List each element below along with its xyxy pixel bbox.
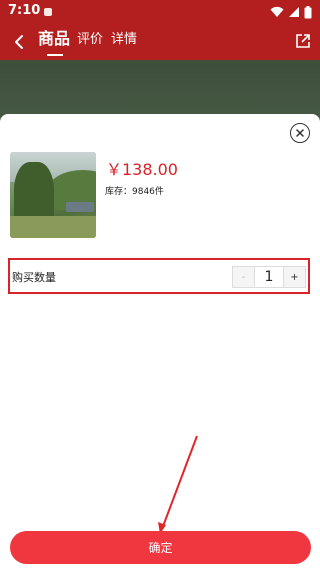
decrease-quantity-button[interactable]: -: [233, 267, 255, 287]
sku-bottom-sheet: ￥138.00 库存：9846件 购买数量 - 1 +: [0, 114, 320, 568]
battery-icon: [304, 5, 312, 18]
status-icons: [270, 5, 312, 19]
tab-active-indicator: [47, 54, 63, 56]
confirm-button[interactable]: 确定: [10, 531, 311, 564]
header: 商品 评价 详情: [0, 24, 320, 60]
signal-icon: [289, 7, 299, 17]
quantity-value[interactable]: 1: [255, 267, 283, 287]
share-button[interactable]: [292, 30, 314, 52]
share-icon: [296, 34, 310, 48]
increase-quantity-button[interactable]: +: [283, 267, 305, 287]
product-stock: 库存：9846件: [105, 187, 164, 197]
quantity-label: 购买数量: [12, 271, 56, 284]
back-button[interactable]: [8, 30, 30, 54]
tab-product[interactable]: 商品: [38, 29, 70, 49]
quantity-row: 购买数量 - 1 +: [8, 258, 310, 294]
tab-details[interactable]: 详情: [111, 30, 137, 50]
screen: 7:10 商品 评价 详情 ￥138.00 库存：9846件 购买数量 - 1 …: [0, 0, 320, 568]
notification-icon: [44, 8, 52, 16]
close-icon: [296, 129, 304, 137]
product-price: ￥138.00: [106, 160, 178, 179]
chevron-left-icon: [15, 35, 23, 49]
tab-reviews[interactable]: 评价: [77, 30, 103, 50]
status-time: 7:10: [8, 3, 41, 18]
status-bar: 7:10: [0, 0, 320, 24]
quantity-stepper: - 1 +: [232, 266, 306, 288]
product-image: [10, 152, 96, 238]
wifi-icon: [270, 6, 284, 17]
close-button[interactable]: [290, 123, 310, 143]
